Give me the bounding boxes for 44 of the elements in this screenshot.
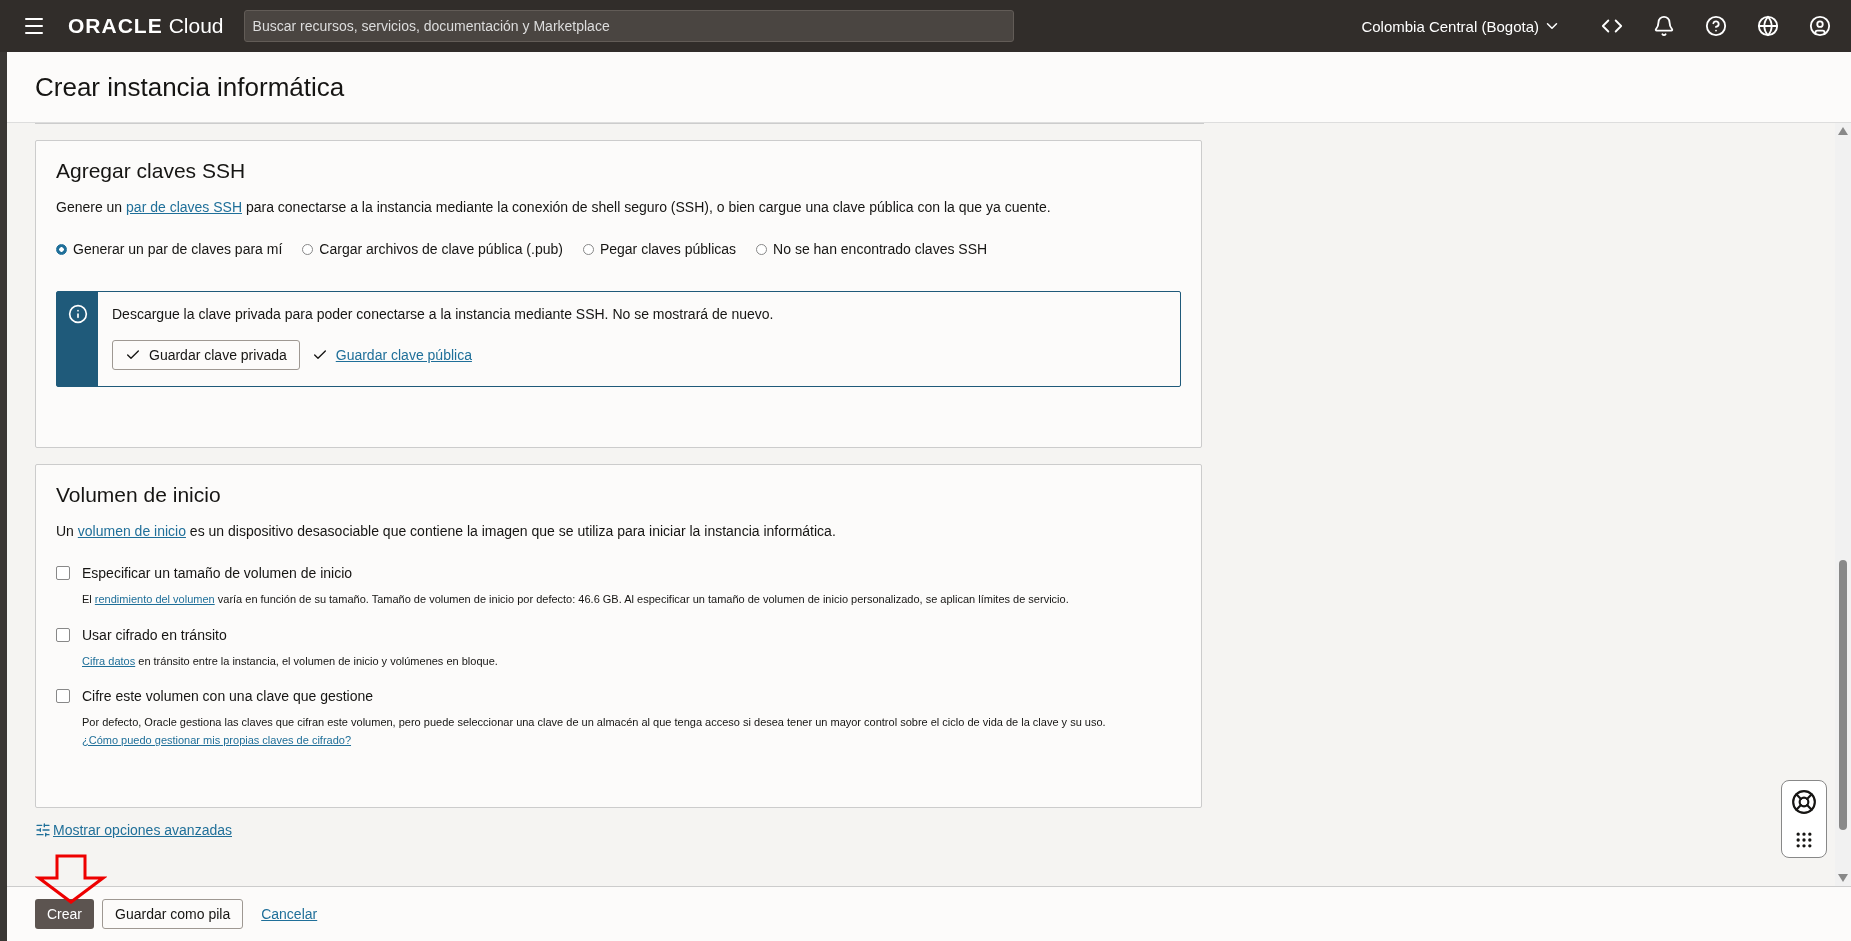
radio-option[interactable]: No se han encontrado claves SSH <box>756 241 988 257</box>
radio-option[interactable]: Generar un par de claves para mí <box>56 241 283 257</box>
help-icon[interactable] <box>1705 15 1727 37</box>
link[interactable]: rendimiento del volumen <box>94 593 215 605</box>
save-public-key-link[interactable]: Guardar clave pública <box>335 347 472 363</box>
section-heading: Volumen de inicio <box>56 483 222 507</box>
hint-text: El rendimiento del volumen varía en función de su tamaño. Tamaño de volumen de inicio por defecto: 46.6 GB. Al especificar un tamaño de volumen de inicio personalizado, se aplican límites de servicio. <box>82 592 1070 607</box>
section-heading: Agregar claves SSH <box>56 159 247 183</box>
help-widget[interactable] <box>1781 780 1827 858</box>
radio-option[interactable]: Pegar claves públicas <box>582 241 737 257</box>
brand-product: Cloud <box>168 14 224 38</box>
checkbox-option[interactable]: Cifre este volumen con una clave que gestione <box>56 688 1181 705</box>
description-text: Un volumen de inicio es un dispositivo desasociable que contiene la imagen que se utiliza para iniciar la instancia informática. <box>56 523 837 539</box>
brand-logo[interactable]: ORACLE <box>68 14 163 38</box>
link[interactable]: par de claves SSH <box>126 199 242 215</box>
advanced-options-link[interactable]: Mostrar opciones avanzadas <box>35 822 232 839</box>
notice-text: Descargue la clave privada para poder conectarse a la instancia mediante SSH. No se mostrará de nuevo. <box>112 306 774 322</box>
down-arrow-icon <box>35 854 107 905</box>
cancel-link[interactable]: Cancelar <box>261 906 318 922</box>
sliders-icon <box>35 822 51 839</box>
create-button[interactable]: Crear <box>35 899 94 929</box>
page-title: Crear instancia informática <box>35 71 345 103</box>
region-selector[interactable]: Colombia Central (Bogota) <box>1355 16 1567 36</box>
link[interactable]: Cifra datos <box>82 654 136 667</box>
user-icon[interactable] <box>1809 15 1831 37</box>
checkbox-option[interactable]: Usar cifrado en tránsito <box>56 626 1181 643</box>
scrollbar[interactable] <box>1835 123 1851 886</box>
save-stack-button[interactable]: Guardar como pila <box>102 899 244 929</box>
lifebuoy-icon <box>1791 788 1817 815</box>
info-icon <box>67 304 88 324</box>
search-field[interactable]: Buscar recursos, servicios, documentación y Marketplace <box>243 10 1014 42</box>
scroll-down-icon[interactable] <box>1838 874 1848 882</box>
save-private-key-button[interactable]: Guardar clave privada <box>112 340 300 370</box>
radio-option[interactable]: Cargar archivos de clave pública (.pub) <box>302 241 563 257</box>
hint-text: Cifra datos en tránsito entre la instancia, el volumen de inicio y volúmenes en bloque. <box>82 653 499 669</box>
scroll-up-icon[interactable] <box>1838 127 1848 135</box>
scrollbar-thumb[interactable] <box>1839 559 1847 830</box>
globe-icon[interactable] <box>1757 15 1779 37</box>
checkbox-option[interactable]: Especificar un tamaño de volumen de inicio <box>56 565 1181 581</box>
hint-text: Por defecto, Oracle gestiona las claves que cifran este volumen, pero puede seleccionar una clave de un almacén al que tenga acceso si desea tener un mayor control sobre el ciclo de vida de la clave y su uso. ¿Cómo puedo gestionar mis propias claves de cifrado? <box>82 715 1107 748</box>
link[interactable]: ¿Cómo puedo gestionar mis propias claves de cifrado? <box>82 733 352 746</box>
description-text: Genere un par de claves SSH para conectarse a la instancia mediante la conexión de shell seguro (SSH), o bien cargue una clave pública con la que ya cuente. <box>56 199 1052 215</box>
link[interactable]: volumen de inicio <box>77 523 186 539</box>
bell-icon[interactable] <box>1653 15 1675 37</box>
